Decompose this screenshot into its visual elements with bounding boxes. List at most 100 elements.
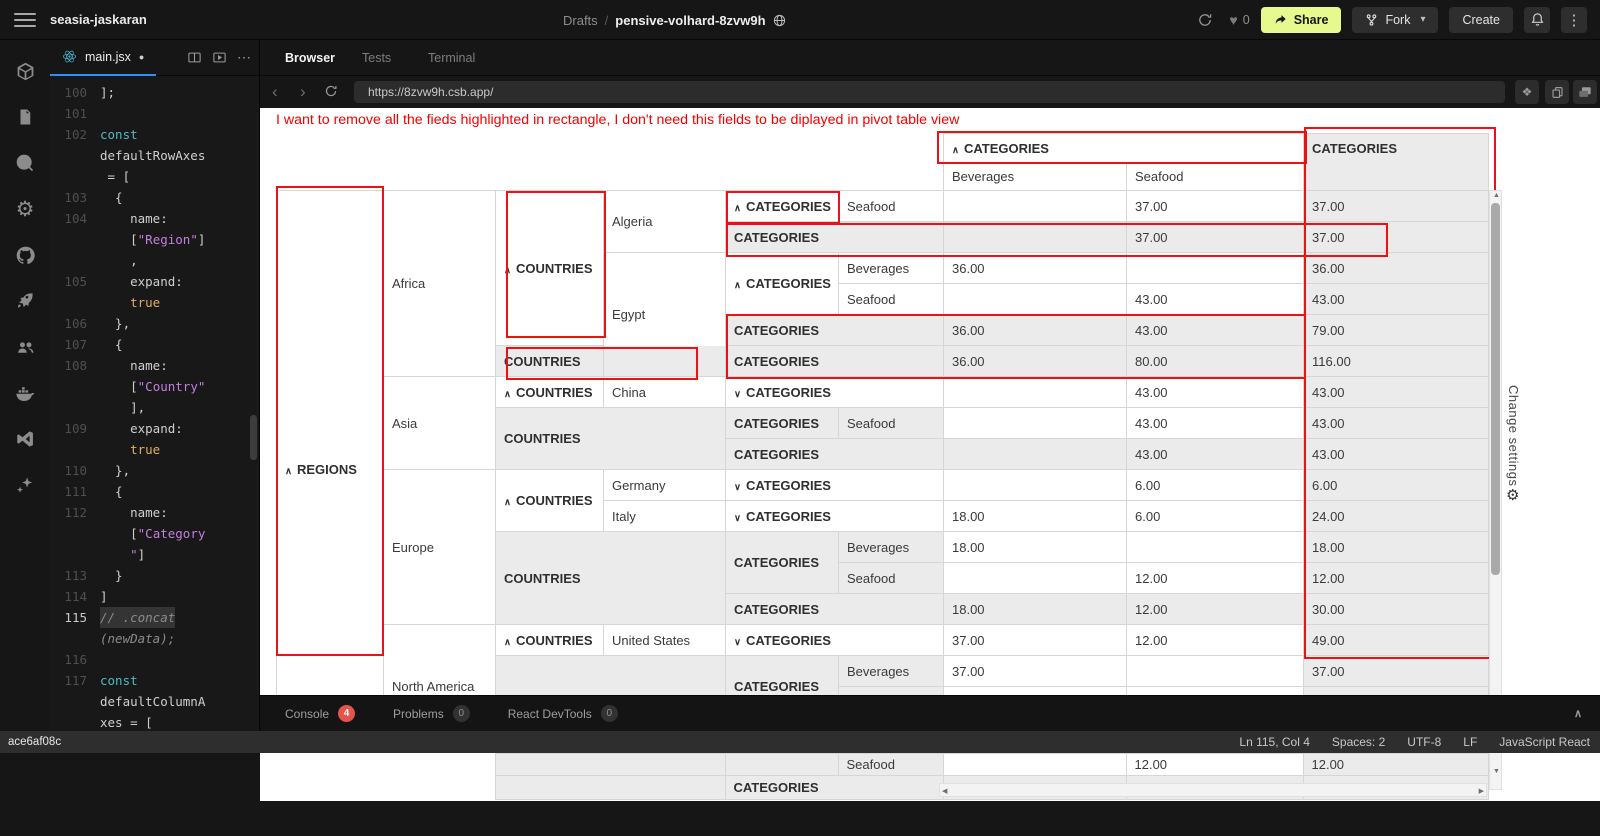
encoding[interactable]: UTF-8 <box>1407 735 1441 749</box>
editor-more-icon[interactable]: ⋯ <box>237 49 251 66</box>
vertical-scrollbar-thumb[interactable] <box>1491 203 1500 575</box>
eol-type[interactable]: LF <box>1463 735 1477 749</box>
scroll-left-icon[interactable]: ◀ <box>942 787 947 795</box>
caret-expanded-icon[interactable]: ∧ <box>504 265 511 276</box>
create-button[interactable]: Create <box>1449 7 1513 33</box>
responsive-mode-icon[interactable]: ❖ <box>1515 80 1539 104</box>
table-row: North America∧COUNTRIESUnited States∨CAT… <box>277 625 1489 656</box>
visibility-globe-icon[interactable] <box>773 14 786 27</box>
more-options-kebab-icon[interactable]: ⋮ <box>1561 7 1587 33</box>
tab-browser[interactable]: Browser <box>285 51 335 65</box>
likes-counter[interactable]: ♥ 0 <box>1229 12 1249 28</box>
pivot-toggle-cell[interactable]: ∧COUNTRIES <box>496 625 604 656</box>
problems-tab[interactable]: Problems 0 <box>393 705 470 722</box>
caret-expanded-icon[interactable]: ∧ <box>734 280 741 291</box>
breadcrumb: Drafts / pensive-volhard-8zvw9h <box>563 0 786 40</box>
caret-expanded-icon[interactable]: ∧ <box>285 466 292 477</box>
collaborators-users-icon[interactable] <box>2 324 48 370</box>
caret-collapsed-icon[interactable]: ∨ <box>734 482 741 493</box>
pivot-cell: Germany <box>604 470 726 501</box>
console-tab[interactable]: Console 4 <box>285 705 355 722</box>
vscode-icon[interactable] <box>2 416 48 462</box>
code-line: 109 expand: <box>50 418 259 439</box>
pivot-cell <box>944 222 1127 253</box>
code-line: 107 { <box>50 334 259 355</box>
code-line: 101 <box>50 103 259 124</box>
notifications-bell-icon[interactable] <box>1524 7 1550 33</box>
caret-collapsed-icon[interactable]: ∨ <box>734 389 741 400</box>
scroll-down-icon[interactable]: ▼ <box>1493 768 1500 775</box>
indentation[interactable]: Spaces: 2 <box>1332 735 1385 749</box>
open-preview-icon[interactable] <box>212 50 227 65</box>
pivot-cell <box>495 776 725 800</box>
pivot-cell: 18.00 <box>1304 532 1489 563</box>
pivot-toggle-cell[interactable]: ∧COUNTRIES <box>496 377 604 408</box>
fork-caret-down-icon[interactable]: ▾ <box>1420 14 1425 25</box>
table-row: ∧REGIONSAfrica∧COUNTRIESAlgeria∧CATEGORI… <box>277 191 1489 222</box>
menu-hamburger-icon[interactable] <box>14 13 36 27</box>
cursor-position[interactable]: Ln 115, Col 4 <box>1239 735 1310 749</box>
split-view-icon[interactable] <box>187 50 202 65</box>
pivot-cell: 37.00 <box>1304 222 1489 253</box>
expand-console-chevron-icon[interactable]: ∧ <box>1574 707 1600 720</box>
line-number <box>50 145 100 166</box>
pivot-toggle-cell[interactable]: ∧CATEGORIES <box>726 253 839 315</box>
tab-terminal[interactable]: Terminal <box>428 51 475 65</box>
pivot-cell: Beverages <box>944 163 1127 191</box>
caret-expanded-icon[interactable]: ∧ <box>734 203 741 214</box>
line-number: 104 <box>50 208 100 229</box>
caret-collapsed-icon[interactable]: ∨ <box>734 637 741 648</box>
change-settings-button[interactable]: Change settings⚙ <box>1506 385 1521 503</box>
pivot-cell: Europe <box>384 470 496 625</box>
pivot-toggle-cell[interactable]: ∧REGIONS <box>277 191 384 749</box>
pivot-toggle-cell[interactable]: ∨CATEGORIES <box>726 625 944 656</box>
github-icon[interactable] <box>2 232 48 278</box>
pivot-toggle-cell[interactable]: ∧COUNTRIES <box>496 191 604 346</box>
pivot-toggle-cell[interactable]: ∨CATEGORIES <box>726 470 944 501</box>
docker-whale-icon[interactable] <box>2 370 48 416</box>
tab-main-jsx[interactable]: main.jsx ● <box>50 40 156 76</box>
caret-collapsed-icon[interactable]: ∨ <box>734 513 741 524</box>
pivot-toggle-cell[interactable]: ∨CATEGORIES <box>726 377 944 408</box>
code-line: , <box>50 250 259 271</box>
sync-refresh-icon[interactable] <box>1192 7 1218 33</box>
line-number: 105 <box>50 271 100 292</box>
pivot-cell <box>944 470 1127 501</box>
line-number: 113 <box>50 565 100 586</box>
line-number: 114 <box>50 586 100 607</box>
workspace-name[interactable]: seasia-jaskaran <box>50 12 147 27</box>
react-devtools-tab[interactable]: React DevTools 0 <box>508 705 618 722</box>
share-button[interactable]: Share <box>1261 7 1342 33</box>
breadcrumb-project[interactable]: pensive-volhard-8zvw9h <box>615 13 765 28</box>
pivot-toggle-cell[interactable]: ∧CATEGORIES <box>726 191 839 222</box>
back-icon[interactable]: ‹ <box>272 83 278 100</box>
deploy-rocket-icon[interactable] <box>2 278 48 324</box>
caret-expanded-icon[interactable]: ∧ <box>952 145 959 156</box>
editor-scrollbar-thumb[interactable] <box>250 415 257 460</box>
reload-icon[interactable] <box>324 84 338 101</box>
pivot-toggle-cell[interactable]: ∧COUNTRIES <box>496 470 604 532</box>
settings-gear-icon[interactable]: ⚙ <box>2 186 48 232</box>
copy-pages-icon[interactable] <box>1545 80 1569 104</box>
code-editor[interactable]: 100];101102constdefaultRowAxes = [103 {1… <box>50 76 259 731</box>
horizontal-scrollbar[interactable]: ◀ ▶ <box>939 783 1487 797</box>
sandbox-cube-icon[interactable] <box>2 48 48 94</box>
open-in-new-window-icon[interactable] <box>1573 80 1597 104</box>
search-icon[interactable] <box>2 140 48 186</box>
scroll-up-icon[interactable]: ▲ <box>1493 192 1500 199</box>
forward-icon[interactable]: › <box>300 83 306 100</box>
caret-expanded-icon[interactable]: ∧ <box>504 497 511 508</box>
caret-expanded-icon[interactable]: ∧ <box>504 637 511 648</box>
language-mode[interactable]: JavaScript React <box>1499 735 1590 749</box>
files-icon[interactable] <box>2 94 48 140</box>
pivot-toggle-cell[interactable]: ∧CATEGORIES <box>944 134 1304 163</box>
fork-button[interactable]: Fork ▾ <box>1352 7 1438 33</box>
url-input[interactable]: https://8zvw9h.csb.app/ <box>354 81 1505 103</box>
pivot-toggle-cell[interactable]: ∨CATEGORIES <box>726 501 944 532</box>
scroll-right-icon[interactable]: ▶ <box>1479 787 1484 795</box>
ai-sparkles-icon[interactable] <box>2 462 48 508</box>
tab-tests[interactable]: Tests <box>362 51 391 65</box>
line-number: 107 <box>50 334 100 355</box>
caret-expanded-icon[interactable]: ∧ <box>504 389 511 400</box>
breadcrumb-drafts[interactable]: Drafts <box>563 13 598 28</box>
